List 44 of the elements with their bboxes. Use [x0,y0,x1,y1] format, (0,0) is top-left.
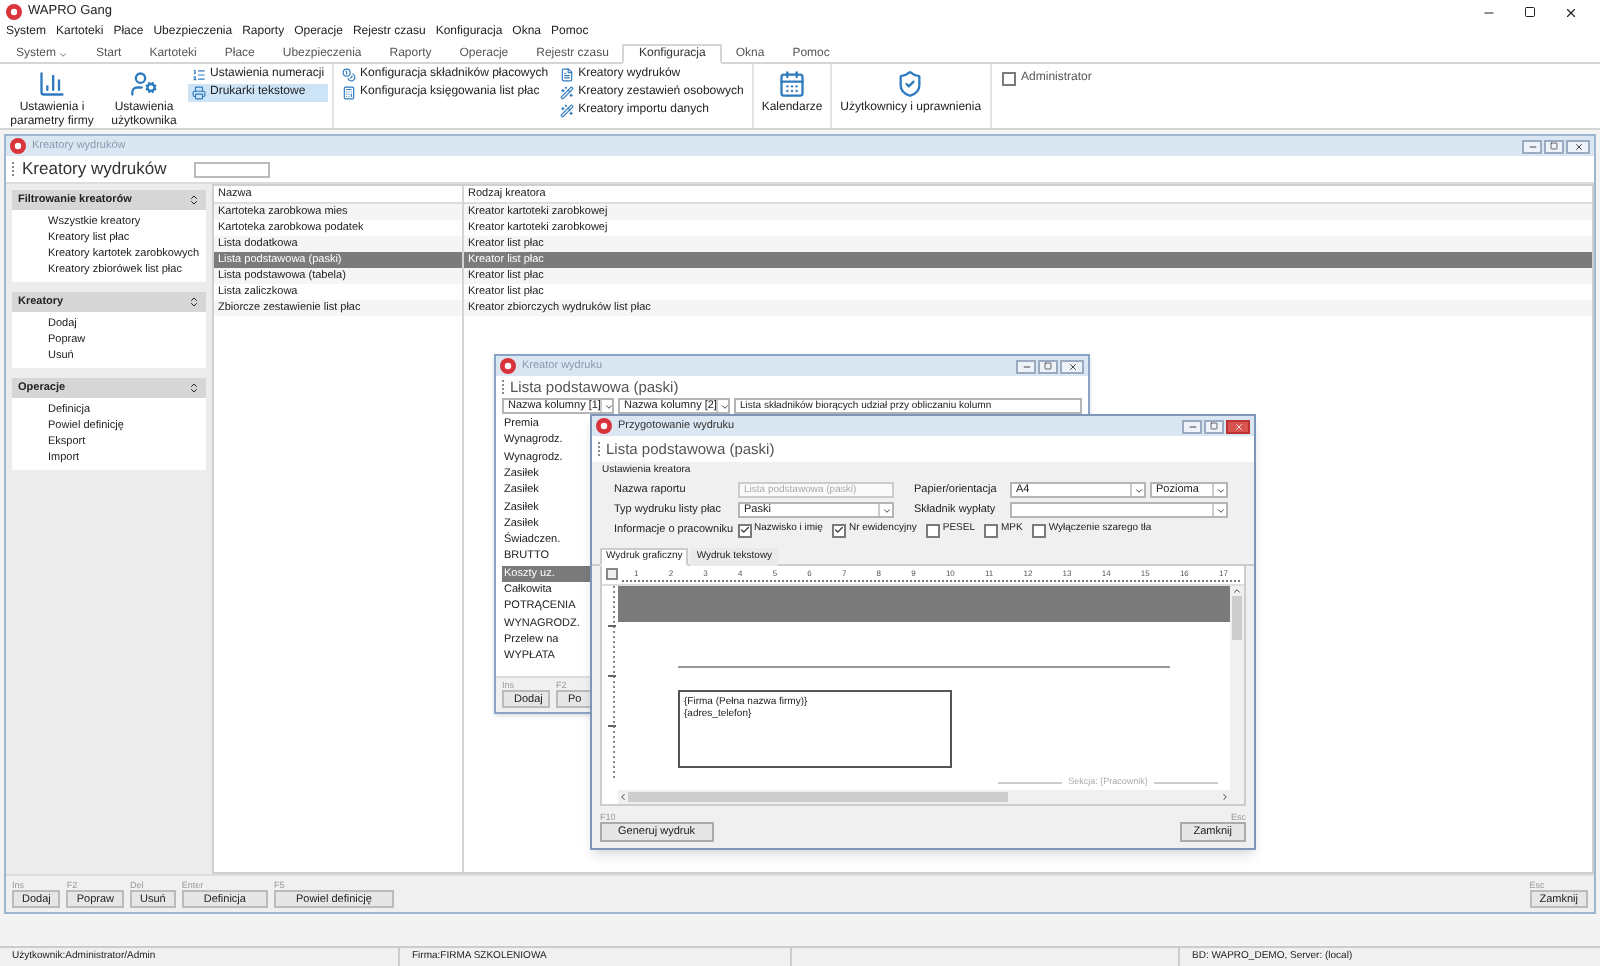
minimize-button[interactable] [1016,359,1036,373]
user-gear-icon [130,70,158,98]
calendar-icon [777,70,806,98]
checkbox[interactable] [926,523,941,537]
checkbox[interactable] [984,523,999,537]
close-button[interactable] [1226,419,1250,433]
minimize-icon [1187,421,1197,431]
chevron-down-icon [603,401,614,411]
document-icon [560,68,575,82]
close-icon[interactable] [1564,5,1578,19]
close-button[interactable] [1566,139,1590,153]
checkbox[interactable] [1032,523,1047,537]
horizontal-scrollbar[interactable] [618,790,1230,804]
minimize-icon [1021,361,1031,371]
list-icon [192,68,206,82]
chevron-down-icon [1133,485,1143,495]
scroll-up-icon[interactable] [1232,585,1242,595]
scrollbar-thumb[interactable] [1232,595,1242,639]
coins-icon [342,68,357,82]
ruler-corner-button[interactable] [606,568,618,580]
restore-icon [1550,142,1558,150]
vertical-scrollbar[interactable] [1230,585,1244,804]
wand-icon [560,86,575,100]
scroll-left-icon[interactable] [618,792,628,803]
restore-icon [1044,362,1052,370]
minimize-button[interactable] [1522,139,1542,153]
chevron-down-icon [881,505,891,515]
calculator-icon [342,86,357,100]
search-field[interactable] [194,161,270,177]
shield-check-icon [896,70,925,98]
chevron-down-icon [719,401,730,411]
close-button[interactable] [1060,359,1084,373]
maximize-icon[interactable] [1524,5,1536,17]
scroll-right-icon[interactable] [1220,792,1230,803]
caret-icon [58,49,69,59]
minimize-button[interactable] [1182,419,1202,433]
restore-icon [1210,422,1218,430]
checkbox[interactable] [1001,72,1016,86]
minimize-icon [1527,141,1537,151]
printer-icon [192,86,206,100]
checkbox[interactable] [832,523,847,537]
wand-icon [560,104,575,118]
checkbox[interactable] [738,523,752,537]
window-header: Kreatory wydruków [22,156,169,182]
